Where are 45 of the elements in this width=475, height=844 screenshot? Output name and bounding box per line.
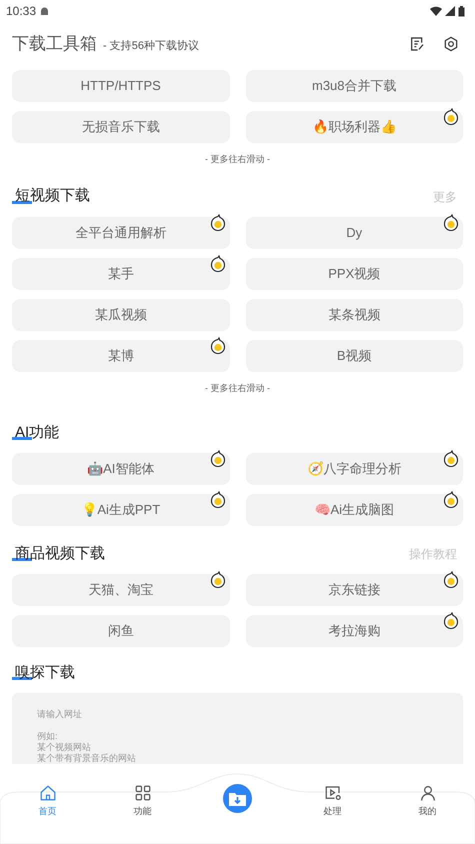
tool-button[interactable]: 闲鱼	[12, 615, 230, 647]
placeholder-text: 某个带有背景音乐的网站	[37, 753, 136, 764]
tool-button[interactable]: 某瓜视频	[12, 298, 230, 330]
android-icon	[40, 7, 50, 15]
wifi-icon	[430, 6, 442, 16]
folder-download-icon	[229, 791, 246, 806]
placeholder-text: 请输入网址	[37, 709, 82, 720]
url-input-field[interactable]: 请输入网址 例如: 某个视频网站 某个带有背景音乐的网站	[12, 693, 463, 764]
settings-icon[interactable]	[443, 36, 459, 52]
nav-tab[interactable]: 首页	[38, 784, 56, 844]
swipe-hint: - 更多往右滑动 -	[205, 382, 270, 394]
tool-button[interactable]: 🔥职场利器👍	[246, 111, 463, 143]
tool-button[interactable]: PPX视频	[246, 258, 463, 290]
tool-button[interactable]: 🧭八字命理分析	[246, 453, 463, 485]
placeholder-text: 某个视频网站	[37, 742, 91, 753]
placeholder-text: 例如:	[37, 731, 58, 742]
notes-icon[interactable]	[409, 36, 425, 52]
tool-button[interactable]: B视频	[246, 340, 463, 372]
tool-button[interactable]: 京东链接	[246, 574, 463, 606]
tool-button[interactable]: 某博	[12, 340, 230, 372]
swipe-hint: - 更多往右滑动 -	[205, 153, 270, 166]
user-icon	[418, 784, 436, 802]
battery-icon	[458, 6, 465, 16]
grid-icon	[134, 784, 152, 802]
tool-button[interactable]: 🤖AI智能体	[12, 453, 230, 485]
tool-button[interactable]: 🧠Ai生成脑图	[246, 494, 463, 526]
tool-button[interactable]: m3u8合并下载	[246, 70, 463, 102]
tool-button[interactable]: HTTP/HTTPS	[12, 70, 230, 102]
app-subtitle: - 支持56种下载协议	[103, 39, 199, 54]
tool-button[interactable]: 某手	[12, 258, 230, 290]
tool-button[interactable]: Dy	[246, 216, 463, 248]
nav-tab[interactable]: 我的	[418, 784, 436, 844]
tool-button[interactable]: 无损音乐下载	[12, 111, 230, 143]
tool-button[interactable]: 考拉海购	[246, 615, 463, 647]
home-icon	[38, 784, 56, 802]
nav-tab[interactable]: 功能	[134, 784, 152, 844]
nav-tab[interactable]: 处理	[324, 784, 342, 844]
app-title: 下载工具箱	[12, 33, 97, 56]
status-time: 10:33	[6, 3, 36, 20]
tool-button[interactable]: 天猫、淘宝	[12, 574, 230, 606]
tool-button[interactable]: 全平台通用解析	[12, 216, 230, 248]
signal-icon	[445, 6, 455, 16]
video-settings-icon	[324, 784, 342, 802]
tool-button[interactable]: 💡Ai生成PPT	[12, 494, 230, 526]
tool-button[interactable]: 某条视频	[246, 298, 463, 330]
